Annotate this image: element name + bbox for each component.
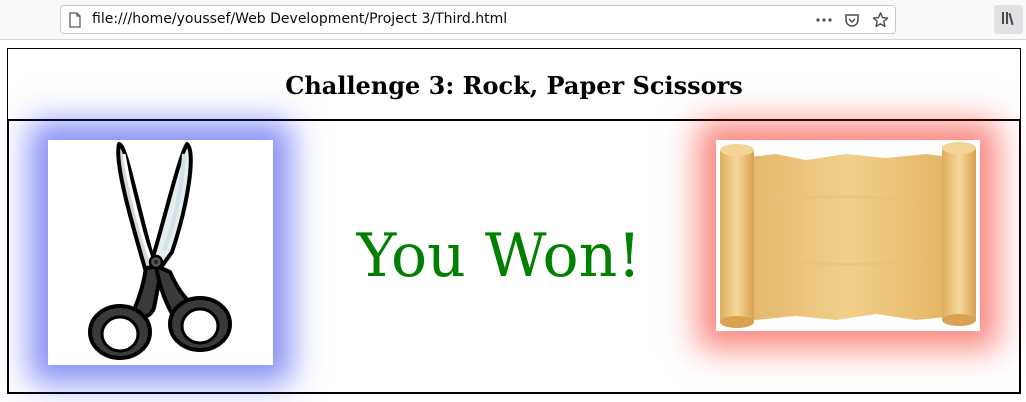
paper-scroll-icon [720,142,976,328]
title-container: Challenge 3: Rock, Paper Scissors [7,48,1021,120]
library-button[interactable] [994,5,1023,34]
bot-choice-paper [716,140,980,331]
bookmark-star-icon[interactable] [871,11,889,29]
url-bar[interactable]: file:///home/youssef/Web Development/Pro… [60,5,896,34]
game-area: You Won! [7,119,1021,394]
human-choice-scissors [48,140,273,365]
page-title: Challenge 3: Rock, Paper Scissors [285,71,743,100]
scissors-icon [88,142,232,360]
more-actions-icon[interactable] [815,11,833,29]
browser-toolbar: file:///home/youssef/Web Development/Pro… [0,0,1026,40]
url-actions [815,6,889,33]
result-message: You Won! [356,221,642,291]
pocket-icon[interactable] [843,11,861,29]
page-icon [68,12,82,28]
library-icon [1001,10,1017,29]
url-text[interactable]: file:///home/youssef/Web Development/Pro… [92,6,507,33]
